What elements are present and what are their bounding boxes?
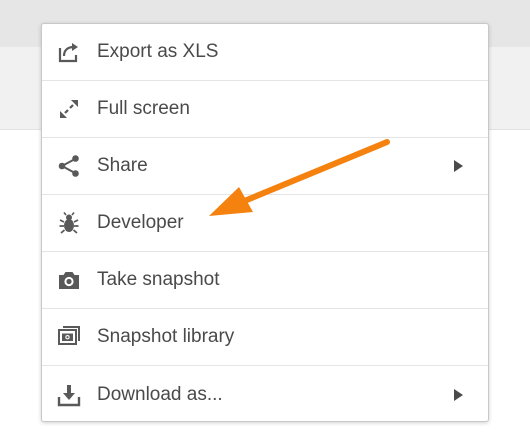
context-menu: Export as XLS Full screen Share Develope… xyxy=(41,23,489,422)
submenu-arrow-icon xyxy=(454,388,463,401)
menu-item-label: Export as XLS xyxy=(97,41,219,62)
camera-icon xyxy=(57,268,81,292)
share-icon xyxy=(57,154,81,178)
menu-item-take-snapshot[interactable]: Take snapshot xyxy=(42,252,488,309)
menu-item-full-screen[interactable]: Full screen xyxy=(42,81,488,138)
menu-item-label: Developer xyxy=(97,212,184,233)
menu-item-label: Take snapshot xyxy=(97,269,220,290)
export-icon xyxy=(57,40,81,64)
menu-item-share[interactable]: Share xyxy=(42,138,488,195)
snapshot-library-icon xyxy=(57,325,81,349)
bug-icon xyxy=(57,211,81,235)
fullscreen-icon xyxy=(57,97,81,121)
menu-item-export-xls[interactable]: Export as XLS xyxy=(42,24,488,81)
menu-item-snapshot-library[interactable]: Snapshot library xyxy=(42,309,488,366)
menu-item-developer[interactable]: Developer xyxy=(42,195,488,252)
menu-item-label: Download as... xyxy=(97,383,223,405)
menu-item-label: Full screen xyxy=(97,98,190,119)
menu-item-download-as[interactable]: Download as... xyxy=(42,366,488,423)
download-icon xyxy=(57,383,81,407)
menu-item-label: Snapshot library xyxy=(97,326,235,347)
submenu-arrow-icon xyxy=(454,160,463,172)
menu-item-label: Share xyxy=(97,155,148,176)
